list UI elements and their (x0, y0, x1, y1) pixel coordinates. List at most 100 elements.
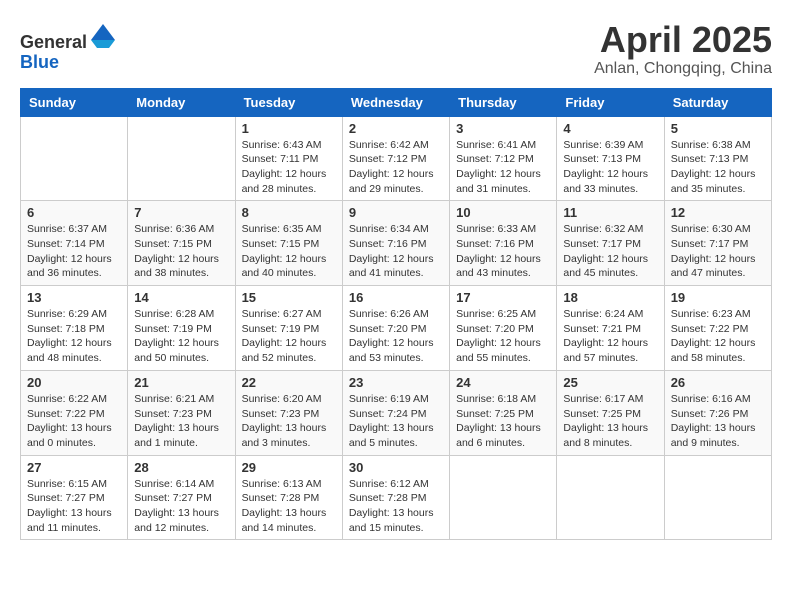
day-info: Sunrise: 6:22 AMSunset: 7:22 PMDaylight:… (27, 392, 121, 451)
logo-general-text: General (20, 32, 87, 52)
day-info: Sunrise: 6:12 AMSunset: 7:28 PMDaylight:… (349, 477, 443, 536)
calendar-cell: 25 Sunrise: 6:17 AMSunset: 7:25 PMDayligh… (557, 370, 664, 455)
day-info: Sunrise: 6:29 AMSunset: 7:18 PMDaylight:… (27, 307, 121, 366)
day-number: 27 (27, 460, 121, 475)
day-number: 28 (134, 460, 228, 475)
day-info: Sunrise: 6:25 AMSunset: 7:20 PMDaylight:… (456, 307, 550, 366)
calendar-cell: 24 Sunrise: 6:18 AMSunset: 7:25 PMDayligh… (450, 370, 557, 455)
calendar-cell: 27 Sunrise: 6:15 AMSunset: 7:27 PMDayligh… (21, 455, 128, 540)
day-info: Sunrise: 6:30 AMSunset: 7:17 PMDaylight:… (671, 222, 765, 281)
calendar-cell (21, 116, 128, 201)
day-number: 4 (563, 121, 657, 136)
day-info: Sunrise: 6:20 AMSunset: 7:23 PMDaylight:… (242, 392, 336, 451)
day-info: Sunrise: 6:36 AMSunset: 7:15 PMDaylight:… (134, 222, 228, 281)
day-info: Sunrise: 6:24 AMSunset: 7:21 PMDaylight:… (563, 307, 657, 366)
day-number: 16 (349, 290, 443, 305)
calendar-cell: 3Sunrise: 6:41 AMSunset: 7:12 PMDaylight… (450, 116, 557, 201)
calendar-cell: 6Sunrise: 6:37 AMSunset: 7:14 PMDaylight… (21, 201, 128, 286)
day-info: Sunrise: 6:38 AMSunset: 7:13 PMDaylight:… (671, 138, 765, 197)
calendar-cell: 8Sunrise: 6:35 AMSunset: 7:15 PMDaylight… (235, 201, 342, 286)
day-info: Sunrise: 6:23 AMSunset: 7:22 PMDaylight:… (671, 307, 765, 366)
day-number: 29 (242, 460, 336, 475)
calendar-cell: 17 Sunrise: 6:25 AMSunset: 7:20 PMDayligh… (450, 286, 557, 371)
day-info: Sunrise: 6:32 AMSunset: 7:17 PMDaylight:… (563, 222, 657, 281)
calendar-cell: 30 Sunrise: 6:12 AMSunset: 7:28 PMDayligh… (342, 455, 449, 540)
day-number: 23 (349, 375, 443, 390)
calendar-cell: 14 Sunrise: 6:28 AMSunset: 7:19 PMDayligh… (128, 286, 235, 371)
calendar-week-row: 13 Sunrise: 6:29 AMSunset: 7:18 PMDayligh… (21, 286, 772, 371)
day-number: 5 (671, 121, 765, 136)
calendar-day-header: Wednesday (342, 88, 449, 116)
day-info: Sunrise: 6:13 AMSunset: 7:28 PMDaylight:… (242, 477, 336, 536)
calendar-cell: 4 Sunrise: 6:39 AMSunset: 7:13 PMDaylight… (557, 116, 664, 201)
day-info: Sunrise: 6:37 AMSunset: 7:14 PMDaylight:… (27, 222, 121, 281)
day-info: Sunrise: 6:34 AMSunset: 7:16 PMDaylight:… (349, 222, 443, 281)
day-number: 25 (563, 375, 657, 390)
day-info: Sunrise: 6:19 AMSunset: 7:24 PMDaylight:… (349, 392, 443, 451)
calendar-day-header: Thursday (450, 88, 557, 116)
calendar-cell: 10 Sunrise: 6:33 AMSunset: 7:16 PMDayligh… (450, 201, 557, 286)
calendar-cell: 19 Sunrise: 6:23 AMSunset: 7:22 PMDayligh… (664, 286, 771, 371)
day-number: 10 (456, 205, 550, 220)
day-number: 8 (242, 205, 336, 220)
day-number: 1 (242, 121, 336, 136)
month-title: April 2025 (594, 20, 772, 60)
day-number: 17 (456, 290, 550, 305)
day-info: Sunrise: 6:15 AMSunset: 7:27 PMDaylight:… (27, 477, 121, 536)
calendar-cell: 28 Sunrise: 6:14 AMSunset: 7:27 PMDayligh… (128, 455, 235, 540)
day-number: 13 (27, 290, 121, 305)
day-number: 18 (563, 290, 657, 305)
calendar-week-row: 1 Sunrise: 6:43 AMSunset: 7:11 PMDaylight… (21, 116, 772, 201)
calendar-week-row: 6Sunrise: 6:37 AMSunset: 7:14 PMDaylight… (21, 201, 772, 286)
calendar-cell: 18 Sunrise: 6:24 AMSunset: 7:21 PMDayligh… (557, 286, 664, 371)
day-info: Sunrise: 6:16 AMSunset: 7:26 PMDaylight:… (671, 392, 765, 451)
calendar-cell: 5 Sunrise: 6:38 AMSunset: 7:13 PMDaylight… (664, 116, 771, 201)
calendar-week-row: 27 Sunrise: 6:15 AMSunset: 7:27 PMDayligh… (21, 455, 772, 540)
day-info: Sunrise: 6:17 AMSunset: 7:25 PMDaylight:… (563, 392, 657, 451)
day-number: 14 (134, 290, 228, 305)
day-info: Sunrise: 6:43 AMSunset: 7:11 PMDaylight:… (242, 138, 336, 197)
day-info: Sunrise: 6:39 AMSunset: 7:13 PMDaylight:… (563, 138, 657, 197)
day-info: Sunrise: 6:14 AMSunset: 7:27 PMDaylight:… (134, 477, 228, 536)
calendar-day-header: Friday (557, 88, 664, 116)
day-number: 21 (134, 375, 228, 390)
day-number: 15 (242, 290, 336, 305)
day-info: Sunrise: 6:26 AMSunset: 7:20 PMDaylight:… (349, 307, 443, 366)
calendar-day-header: Sunday (21, 88, 128, 116)
day-info: Sunrise: 6:28 AMSunset: 7:19 PMDaylight:… (134, 307, 228, 366)
day-number: 3 (456, 121, 550, 136)
calendar-cell: 23 Sunrise: 6:19 AMSunset: 7:24 PMDayligh… (342, 370, 449, 455)
day-number: 26 (671, 375, 765, 390)
day-number: 22 (242, 375, 336, 390)
calendar-table: SundayMondayTuesdayWednesdayThursdayFrid… (20, 88, 772, 541)
calendar-cell: 7 Sunrise: 6:36 AMSunset: 7:15 PMDaylight… (128, 201, 235, 286)
calendar-cell: 11 Sunrise: 6:32 AMSunset: 7:17 PMDayligh… (557, 201, 664, 286)
day-number: 11 (563, 205, 657, 220)
day-number: 19 (671, 290, 765, 305)
day-number: 30 (349, 460, 443, 475)
calendar-cell (557, 455, 664, 540)
day-number: 7 (134, 205, 228, 220)
calendar-day-header: Saturday (664, 88, 771, 116)
day-number: 9 (349, 205, 443, 220)
day-number: 2 (349, 121, 443, 136)
calendar-cell: 9 Sunrise: 6:34 AMSunset: 7:16 PMDaylight… (342, 201, 449, 286)
calendar-week-row: 20Sunrise: 6:22 AMSunset: 7:22 PMDayligh… (21, 370, 772, 455)
day-info: Sunrise: 6:18 AMSunset: 7:25 PMDaylight:… (456, 392, 550, 451)
day-number: 24 (456, 375, 550, 390)
calendar-cell (128, 116, 235, 201)
location-title: Anlan, Chongqing, China (594, 60, 772, 78)
logo: General Blue (20, 20, 117, 73)
calendar-cell: 2 Sunrise: 6:42 AMSunset: 7:12 PMDaylight… (342, 116, 449, 201)
calendar-cell: 15Sunrise: 6:27 AMSunset: 7:19 PMDayligh… (235, 286, 342, 371)
title-area: April 2025 Anlan, Chongqing, China (594, 20, 772, 78)
calendar-cell: 21Sunrise: 6:21 AMSunset: 7:23 PMDayligh… (128, 370, 235, 455)
day-info: Sunrise: 6:42 AMSunset: 7:12 PMDaylight:… (349, 138, 443, 197)
calendar-cell (450, 455, 557, 540)
calendar-cell: 22 Sunrise: 6:20 AMSunset: 7:23 PMDayligh… (235, 370, 342, 455)
calendar-header-row: SundayMondayTuesdayWednesdayThursdayFrid… (21, 88, 772, 116)
calendar-cell: 20Sunrise: 6:22 AMSunset: 7:22 PMDayligh… (21, 370, 128, 455)
day-number: 12 (671, 205, 765, 220)
calendar-cell: 13 Sunrise: 6:29 AMSunset: 7:18 PMDayligh… (21, 286, 128, 371)
day-info: Sunrise: 6:33 AMSunset: 7:16 PMDaylight:… (456, 222, 550, 281)
